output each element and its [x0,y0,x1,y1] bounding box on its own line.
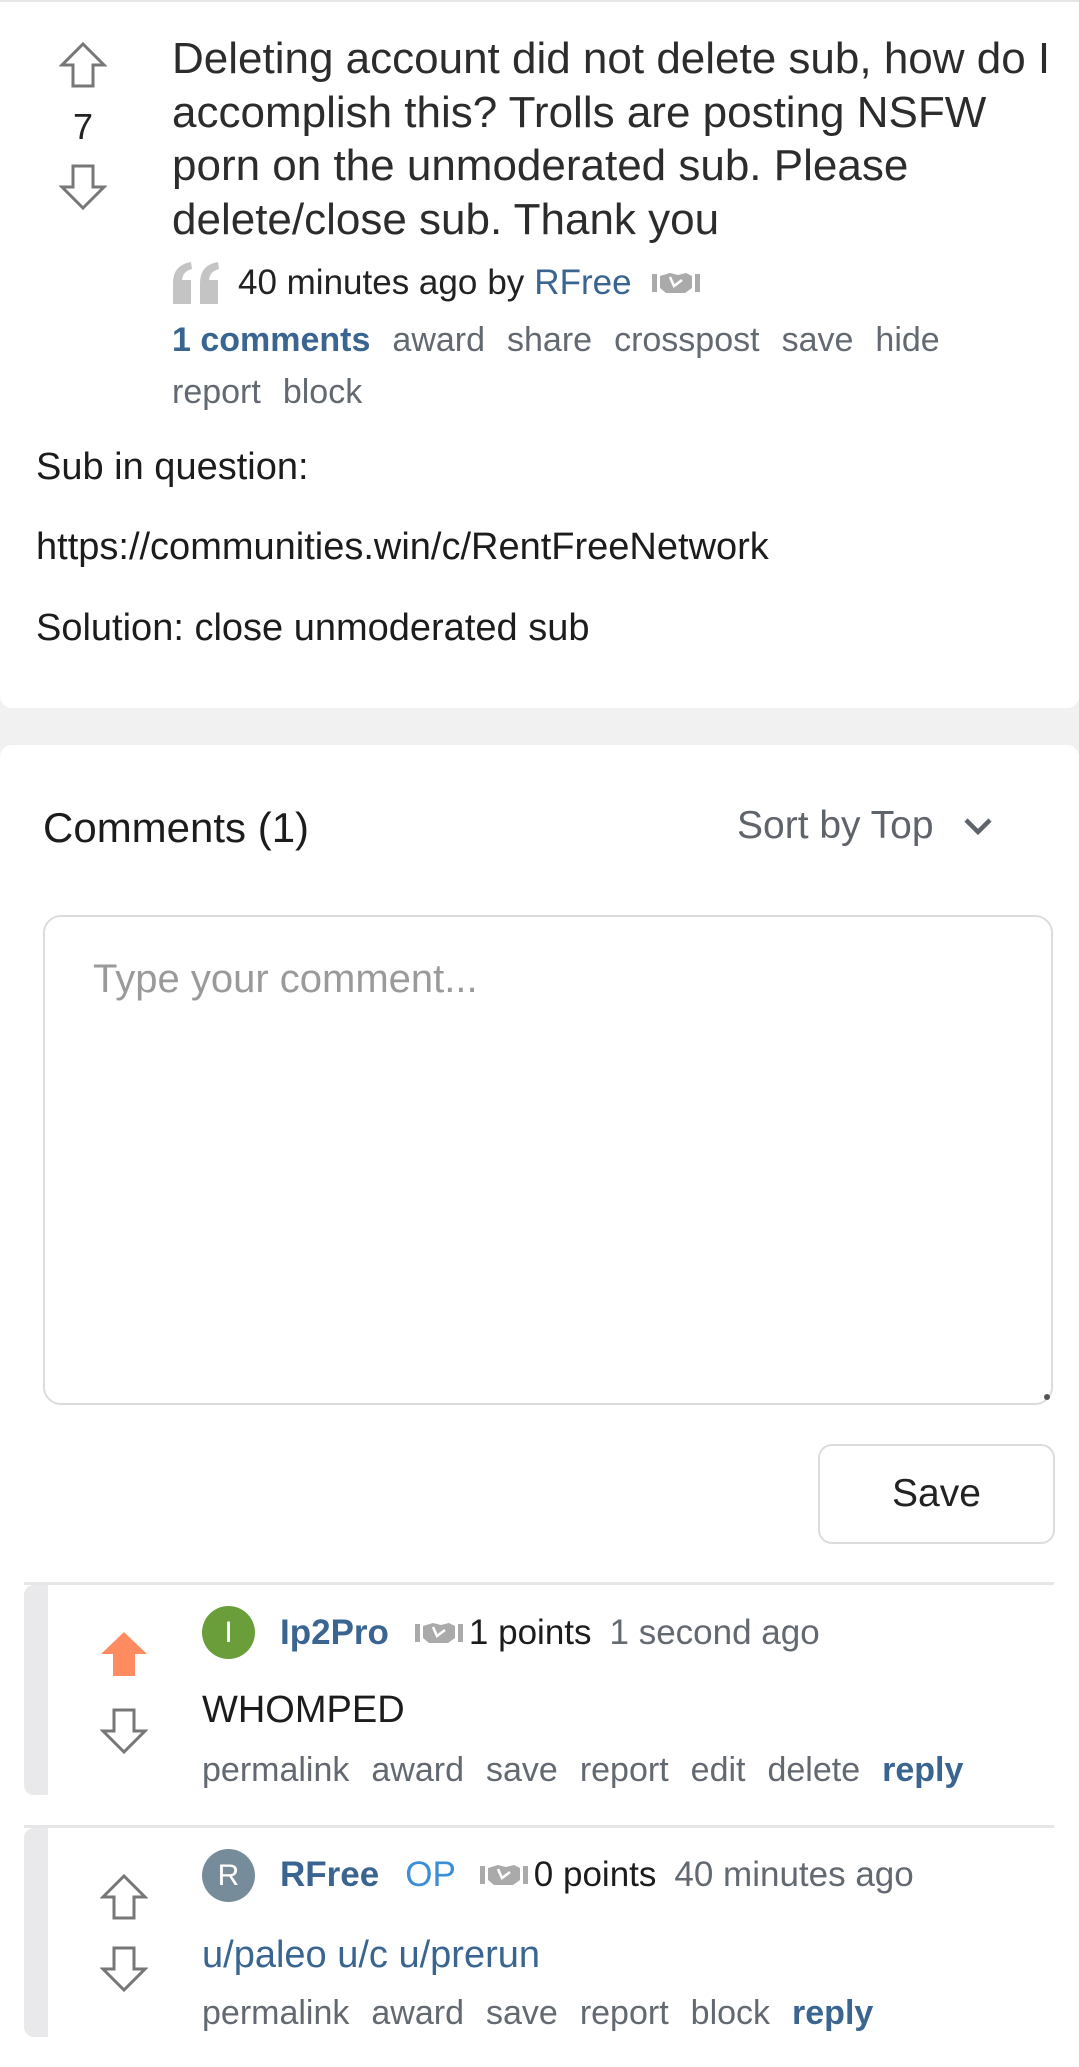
sort-dropdown[interactable]: Sort by Top [737,803,994,849]
handshake-icon [651,271,700,295]
report-link[interactable]: report [172,366,261,418]
arrow-up-outline-icon [59,41,107,88]
comment-input[interactable] [43,915,1053,1405]
arrow-up-outline-icon [100,1873,148,1920]
award-link[interactable]: award [392,314,485,366]
comment-divider [24,1825,1054,1828]
save-link[interactable]: save [486,1748,558,1792]
avatar[interactable]: R [202,1849,255,1902]
permalink-link[interactable]: permalink [202,1991,349,2035]
comment-author-link[interactable]: Ip2Pro [280,1613,389,1653]
comment-header: Ip2Pro 1 points 1 second ago [280,1610,820,1656]
resize-handle[interactable] [1044,1394,1050,1400]
arrow-down-outline-icon [100,1708,148,1755]
award-link[interactable]: award [371,1991,464,2035]
comment-body-mentions[interactable]: u/paleo u/c u/prerun [202,1933,540,1977]
comments-heading: Comments (1) [43,804,310,851]
arrow-down-outline-icon [59,164,107,211]
delete-link[interactable]: delete [767,1748,860,1792]
hide-link[interactable]: hide [875,314,939,366]
downvote-button[interactable] [59,163,107,211]
downvote-button[interactable] [100,1707,148,1755]
post-by-label: by [487,263,525,302]
handshake-icon [479,1863,528,1887]
sort-label: Sort by Top [737,804,934,847]
post-author-link[interactable]: RFree [534,263,631,303]
arrow-down-outline-icon [100,1946,148,1993]
save-link[interactable]: save [486,1991,558,2035]
thread-collapse-bar[interactable] [24,1585,48,1795]
op-badge: OP [405,1855,456,1894]
upvote-button[interactable] [100,1629,148,1677]
post-score: 7 [72,106,94,147]
report-link[interactable]: report [580,1991,669,2035]
handshake-icon [414,1621,463,1645]
post-actions: 1 comments award share crosspost save hide rep… [172,314,1012,418]
comment-divider [24,1582,1054,1585]
crosspost-link[interactable]: crosspost [614,314,760,366]
post-body-text: Sub in question: [36,446,309,488]
report-link[interactable]: report [580,1748,669,1792]
quote-icon [171,261,221,305]
comment-points: 1 points [468,1613,592,1652]
post-title[interactable]: Deleting account did not delete sub, how… [172,32,1052,246]
save-comment-button[interactable]: Save [818,1444,1055,1544]
comment-body: WHOMPED [202,1689,405,1731]
downvote-button[interactable] [100,1945,148,1993]
share-link[interactable]: share [507,314,592,366]
post-card: 7 Deleting account did not delete sub, h… [0,2,1079,708]
post-body-link[interactable]: https://communities.win/c/RentFreeNetwor… [36,525,769,569]
upvote-button[interactable] [59,41,107,89]
block-link[interactable]: block [283,366,362,418]
permalink-link[interactable]: permalink [202,1748,349,1792]
award-link[interactable]: award [371,1748,464,1792]
comment-item: R RFree OP 0 points 40 minutes ago u/pal… [24,1825,1054,2037]
upvote-button[interactable] [100,1873,148,1921]
chevron-down-icon [962,815,994,837]
comment-points: 0 points [533,1855,657,1894]
comment-author-link[interactable]: RFree [280,1855,379,1895]
reply-link[interactable]: reply [792,1991,873,2035]
comments-link[interactable]: 1 comments [172,314,370,366]
post-body-solution: Solution: close unmoderated sub [36,607,590,649]
edit-link[interactable]: edit [691,1748,746,1792]
thread-collapse-bar[interactable] [24,1828,48,2037]
comment-actions: permalink award save report block reply [202,1991,895,2035]
comment-actions: permalink award save report edit delete reply [202,1748,985,1792]
comment-header: RFree OP 0 points 40 minutes ago [280,1852,914,1898]
avatar[interactable]: I [202,1606,255,1659]
save-link[interactable]: save [782,314,854,366]
arrow-up-filled-icon [101,1632,147,1676]
comment-time[interactable]: 40 minutes ago [674,1855,913,1895]
reply-link[interactable]: reply [882,1748,963,1792]
comment-item: I Ip2Pro 1 points 1 second ago WHOMPED p… [24,1582,1054,1795]
block-link[interactable]: block [691,1991,770,2035]
post-meta: 40 minutes ago by RFree [171,260,700,306]
comment-time[interactable]: 1 second ago [610,1613,820,1653]
post-time: 40 minutes ago [238,263,478,302]
